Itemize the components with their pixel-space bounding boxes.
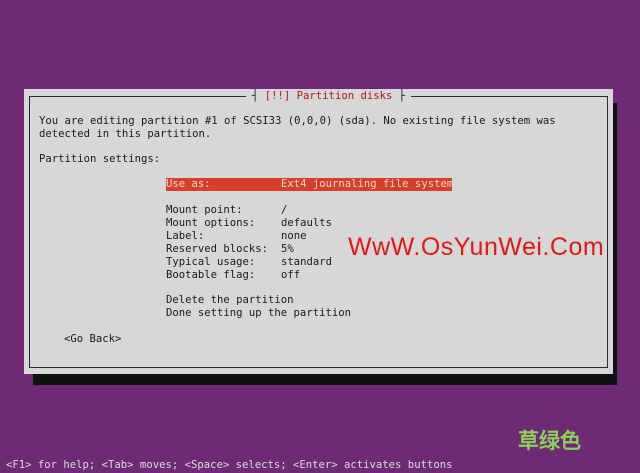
typical-usage-value: standard: [281, 256, 333, 268]
mount-point-value: /: [281, 204, 288, 216]
message-line-1: You are editing partition #1 of SCSI33 (…: [39, 115, 556, 127]
mount-options-value: defaults: [281, 217, 333, 229]
mount-options-label[interactable]: Mount options:: [166, 217, 255, 230]
use-as-value: Ext4 journaling file system: [281, 178, 454, 190]
partition-dialog: ┤ [!!] Partition disks ├ You are editing…: [24, 89, 613, 374]
reserved-blocks-value: 5%: [281, 243, 294, 255]
use-as-option[interactable]: Use as: Ext4 journaling file system: [166, 178, 454, 191]
reserved-blocks-label[interactable]: Reserved blocks:: [166, 243, 268, 256]
dialog-title: ┤ [!!] Partition disks ├: [246, 90, 412, 102]
label-value: none: [281, 230, 307, 242]
use-as-label: Use as:: [166, 178, 211, 190]
label-label[interactable]: Label:: [166, 230, 204, 243]
delete-partition-option[interactable]: Delete the partition: [166, 294, 294, 307]
mount-point-label[interactable]: Mount point:: [166, 204, 243, 217]
site-watermark: WwW.OsYunWei.Com: [348, 233, 605, 261]
done-setting-up-option[interactable]: Done setting up the partition: [166, 307, 351, 320]
dialog-title-text: [!!] Partition disks: [264, 90, 393, 102]
status-bar: <F1> for help; <Tab> moves; <Space> sele…: [6, 459, 453, 471]
bootable-flag-label[interactable]: Bootable flag:: [166, 269, 255, 282]
settings-heading: Partition settings:: [39, 153, 161, 165]
typical-usage-label[interactable]: Typical usage:: [166, 256, 255, 269]
go-back-button[interactable]: <Go Back>: [64, 333, 121, 346]
bootable-flag-value: off: [281, 269, 301, 281]
author-watermark: 草绿色: [518, 429, 581, 453]
message-line-2: detected in this partition.: [39, 128, 212, 140]
